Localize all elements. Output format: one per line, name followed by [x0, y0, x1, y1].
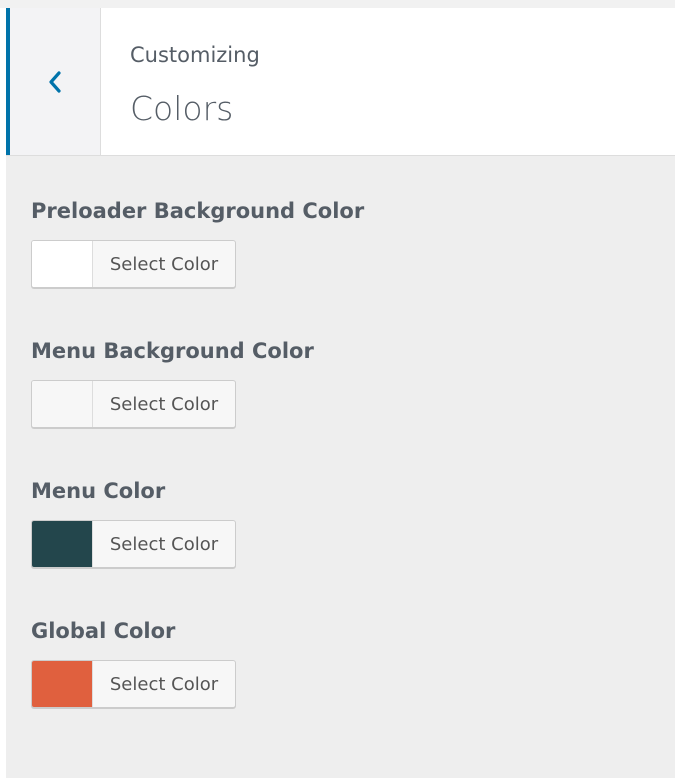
control-label: Preloader Background Color — [31, 199, 365, 223]
select-color-button[interactable]: Select Color — [31, 520, 236, 568]
top-strip — [0, 0, 675, 8]
select-color-label: Select Color — [109, 533, 219, 555]
control-menu-background-color: Menu Background Color Select Color — [31, 337, 314, 428]
control-label: Menu Color — [31, 479, 166, 503]
section-title: Colors — [130, 89, 234, 128]
control-menu-color: Menu Color Select Color — [31, 477, 236, 568]
control-global-color: Global Color Select Color — [31, 617, 236, 708]
section-header: Customizing Colors — [6, 8, 675, 156]
customizing-label: Customizing — [130, 43, 260, 67]
select-color-label: Select Color — [109, 393, 219, 415]
back-button[interactable] — [6, 8, 101, 155]
customizer-panel: Customizing Colors Preloader Background … — [6, 8, 675, 778]
control-label: Global Color — [31, 619, 176, 643]
color-swatch — [32, 241, 93, 287]
control-label: Menu Background Color — [31, 339, 314, 363]
select-color-button[interactable]: Select Color — [31, 660, 236, 708]
chevron-left-icon — [49, 71, 61, 93]
select-color-button[interactable]: Select Color — [31, 240, 236, 288]
select-color-button[interactable]: Select Color — [31, 380, 236, 428]
color-swatch — [32, 381, 93, 427]
color-swatch — [32, 521, 93, 567]
select-color-label: Select Color — [109, 673, 219, 695]
color-swatch — [32, 661, 93, 707]
control-preloader-background-color: Preloader Background Color Select Color — [31, 197, 365, 288]
section-title-block: Customizing Colors — [130, 41, 260, 129]
select-color-label: Select Color — [109, 253, 219, 275]
